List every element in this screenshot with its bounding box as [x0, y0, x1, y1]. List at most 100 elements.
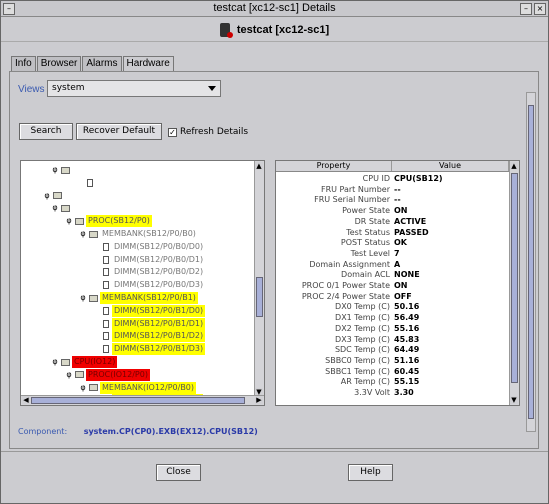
- tree-node[interactable]: DIMM(SB12/P0/B0/D0): [93, 241, 205, 253]
- tree-node[interactable]: DIMM(SB12/P0/B1/D0): [93, 304, 206, 317]
- tree-node[interactable]: DIMM(SB12/P0/B0/D3): [93, 279, 205, 291]
- tab-alarms[interactable]: Alarms: [82, 56, 122, 71]
- property-row[interactable]: Test Status PASSED: [276, 228, 509, 239]
- refresh-details-checkbox[interactable]: ✓: [168, 128, 177, 137]
- scroll-left-icon[interactable]: ◀: [22, 396, 30, 404]
- tree-node[interactable]: DIMM(SB12/P0/B1/D2): [93, 330, 206, 343]
- property-value: 7: [394, 248, 400, 258]
- property-row[interactable]: POST Status OK: [276, 238, 509, 249]
- properties-scrollbar[interactable]: ▲ ▼: [509, 161, 519, 405]
- properties-table: Property Value CPU ID CPU(SB12) FRU Part N…: [275, 160, 520, 406]
- expand-toggle-icon[interactable]: φ: [51, 356, 59, 368]
- expand-toggle-icon[interactable]: φ: [79, 228, 87, 240]
- tab-hardware[interactable]: Hardware: [122, 56, 174, 72]
- scroll-down-icon[interactable]: ▼: [510, 396, 518, 404]
- help-button[interactable]: Help: [348, 464, 393, 481]
- property-row[interactable]: PROC 0/1 Power State ON: [276, 281, 509, 292]
- minimize-icon[interactable]: –: [520, 3, 532, 15]
- expand-toggle-icon[interactable]: φ: [65, 369, 73, 381]
- tab-info[interactable]: Info: [11, 56, 36, 71]
- views-dropdown[interactable]: system: [47, 80, 221, 97]
- folder-icon: [89, 230, 98, 238]
- recover-default-button[interactable]: Recover Default: [76, 123, 162, 140]
- expand-toggle-icon[interactable]: φ: [65, 215, 73, 227]
- close-icon[interactable]: ×: [534, 3, 546, 15]
- refresh-details-label: Refresh Details: [180, 127, 249, 137]
- property-value: 50.16: [394, 302, 420, 312]
- tree-node[interactable]: DIMM(SB12/P0/B1/D1): [93, 317, 206, 330]
- property-row[interactable]: FRU Part Number --: [276, 185, 509, 196]
- tree-vscroll-thumb[interactable]: [256, 277, 263, 317]
- tree-node-label: MEMBANK(SB12/P0/B1): [100, 292, 198, 304]
- tree-node[interactable]: φ MEMBANK(SB12/P0/B0): [79, 228, 198, 240]
- property-row[interactable]: SBBC0 Temp (C) 51.16: [276, 356, 509, 367]
- property-row[interactable]: Domain Assignment A: [276, 260, 509, 271]
- scroll-right-icon[interactable]: ▶: [255, 396, 263, 404]
- property-row[interactable]: Test Level 7: [276, 249, 509, 260]
- tree-node[interactable]: φ PROC(SB12/P0): [65, 215, 152, 228]
- property-value: A: [394, 259, 401, 269]
- scroll-up-icon[interactable]: ▲: [255, 162, 263, 170]
- property-row[interactable]: 3.3V Volt 3.30: [276, 388, 509, 399]
- document-icon: [103, 319, 109, 328]
- document-icon: [103, 345, 109, 354]
- property-row[interactable]: SBBC1 Temp (C) 60.45: [276, 367, 509, 378]
- component-label: Component:: [18, 427, 68, 436]
- property-value: 56.49: [394, 313, 420, 323]
- property-row[interactable]: DR State ACTIVE: [276, 217, 509, 228]
- tree-node[interactable]: φ: [51, 164, 112, 176]
- col-property[interactable]: Property: [276, 161, 392, 171]
- property-name: PROC 2/4 Power State: [301, 291, 390, 301]
- panel-scrollbar[interactable]: [526, 92, 536, 432]
- expand-toggle-icon[interactable]: φ: [79, 382, 87, 394]
- property-row[interactable]: FRU Serial Number --: [276, 195, 509, 206]
- scroll-up-icon[interactable]: ▲: [510, 162, 518, 170]
- tree-node[interactable]: φ PROC(IO12/P0): [65, 368, 150, 381]
- tree-horizontal-scrollbar[interactable]: ◀ ▶: [21, 395, 264, 405]
- property-row[interactable]: PROC 2/4 Power State OFF: [276, 292, 509, 303]
- hardware-tree[interactable]: φ φ φ φ PROC(SB12/P0) φ MEMBANK(SB12/P0/B0) DIM…: [20, 160, 265, 406]
- property-row[interactable]: DX1 Temp (C) 56.49: [276, 313, 509, 324]
- close-button[interactable]: Close: [156, 464, 201, 481]
- folder-icon: [89, 294, 98, 302]
- property-name: 3.3V Volt: [354, 388, 390, 397]
- tree-node[interactable]: DIMM(SB12/P0/B1/D3): [93, 343, 206, 356]
- tree-node-label: DIMM(SB12/P0/B0/D0): [114, 241, 204, 251]
- property-value: OK: [394, 238, 407, 248]
- tree-hscroll-thumb[interactable]: [31, 397, 245, 404]
- tree-node[interactable]: DIMM(SB12/P0/B0/D1): [93, 254, 205, 266]
- property-value: CPU(SB12): [394, 174, 443, 183]
- tree-node[interactable]: φ MEMBANK(SB12/P0/B1): [79, 292, 198, 304]
- tree-node-label: PROC(IO12/P0): [86, 368, 150, 381]
- expand-toggle-icon[interactable]: φ: [43, 190, 51, 202]
- property-row[interactable]: CPU ID CPU(SB12): [276, 174, 509, 185]
- property-row[interactable]: DX2 Temp (C) 55.16: [276, 324, 509, 335]
- property-name: Domain ACL: [341, 270, 390, 280]
- expand-toggle-icon[interactable]: φ: [79, 292, 87, 304]
- search-button[interactable]: Search: [19, 123, 73, 140]
- property-row[interactable]: DX3 Temp (C) 45.83: [276, 335, 509, 346]
- tree-node[interactable]: φ MEMBANK(IO12/P0/B0): [79, 381, 197, 394]
- host-header: testcat [xc12-sc1]: [1, 18, 548, 42]
- property-row[interactable]: DX0 Temp (C) 50.16: [276, 302, 509, 313]
- property-row[interactable]: AR Temp (C) 55.15: [276, 377, 509, 388]
- property-row[interactable]: Domain ACL NONE: [276, 270, 509, 281]
- property-name: DX0 Temp (C): [335, 302, 390, 312]
- property-row[interactable]: SDC Temp (C) 64.49: [276, 345, 509, 356]
- property-value: 3.30: [394, 388, 414, 397]
- tree-node[interactable]: [77, 177, 154, 189]
- tree-node[interactable]: φ CPU(IO12): [51, 356, 118, 368]
- tab-browser[interactable]: Browser: [36, 56, 82, 71]
- tree-vertical-scrollbar[interactable]: ▲ ▼: [254, 161, 264, 397]
- tree-node[interactable]: φ: [51, 202, 112, 214]
- col-value[interactable]: Value: [392, 161, 509, 171]
- panel-scroll-thumb[interactable]: [528, 105, 534, 419]
- tree-node-label: DIMM(SB12/P0/B0/D1): [114, 254, 204, 264]
- properties-scroll-thumb[interactable]: [511, 173, 518, 383]
- property-row[interactable]: Power State ON: [276, 206, 509, 217]
- tree-node[interactable]: DIMM(SB12/P0/B0/D2): [93, 266, 205, 278]
- property-value: 60.45: [394, 366, 420, 376]
- tree-node[interactable]: φ: [43, 190, 104, 202]
- expand-toggle-icon[interactable]: φ: [51, 202, 59, 214]
- expand-toggle-icon[interactable]: φ: [51, 164, 59, 176]
